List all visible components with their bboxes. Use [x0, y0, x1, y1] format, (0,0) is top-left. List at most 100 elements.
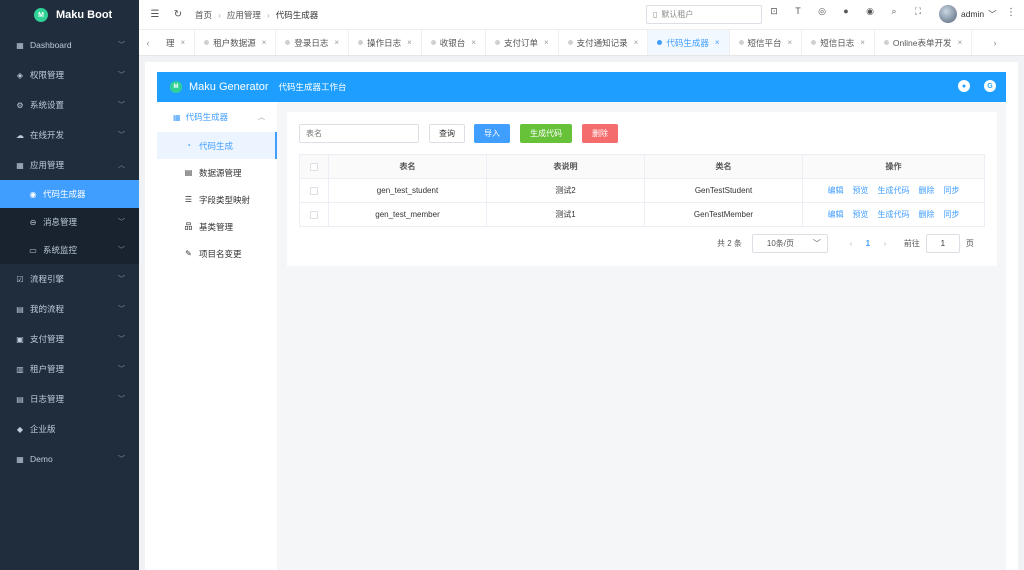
- tab-item[interactable]: 登录日志 ×: [276, 30, 350, 55]
- sidebar-item-tenant[interactable]: ▥ 租户管理 ﹀: [0, 354, 139, 384]
- close-icon[interactable]: ×: [544, 38, 549, 47]
- fullscreen-icon[interactable]: ⛶: [911, 6, 925, 17]
- generator-nav-project-rename[interactable]: ✎ 项目名变更: [157, 240, 277, 267]
- query-button[interactable]: 查询: [429, 124, 465, 143]
- delete-link[interactable]: 删除: [919, 209, 935, 220]
- tab-dot: [811, 40, 817, 45]
- close-icon[interactable]: ×: [262, 38, 267, 47]
- close-icon[interactable]: ×: [788, 38, 793, 47]
- user-menu[interactable]: admin ﹀: [939, 5, 997, 23]
- tab-item-active[interactable]: 代码生成器 ×: [648, 30, 730, 55]
- generator-nav-code-gen[interactable]: ◔ 代码生成: [157, 132, 277, 159]
- search-icon[interactable]: ⌕: [887, 6, 901, 17]
- generate-code-link[interactable]: 生成代码: [878, 209, 910, 220]
- edit-link[interactable]: 编辑: [828, 209, 844, 220]
- close-icon[interactable]: ×: [634, 38, 639, 47]
- preview-link[interactable]: 预览: [853, 185, 869, 196]
- sidebar-item-enterprise[interactable]: ◆ 企业版: [0, 414, 139, 444]
- gitee-icon[interactable]: G: [984, 80, 996, 92]
- github-icon[interactable]: ●: [839, 6, 853, 17]
- tab-label: 理: [166, 37, 175, 48]
- next-page-icon[interactable]: ›: [878, 239, 892, 248]
- tab-dot: [883, 40, 889, 45]
- sidebar-item-flow-engine[interactable]: ☑ 流程引擎 ﹀: [0, 264, 139, 294]
- tab-scroll-left-icon[interactable]: ‹: [139, 38, 157, 48]
- refresh-icon[interactable]: ↻: [171, 9, 185, 20]
- sidebar-item-logs[interactable]: ▤ 日志管理 ﹀: [0, 384, 139, 414]
- cell-class-name: GenTestStudent: [645, 179, 803, 202]
- table-name-search-input[interactable]: [299, 124, 419, 143]
- more-vertical-icon[interactable]: ⋮: [1006, 7, 1016, 18]
- tenant-select-value: 默认租户: [661, 10, 694, 19]
- sidebar-item-settings[interactable]: ⚙ 系统设置 ﹀: [0, 90, 139, 120]
- sync-link[interactable]: 同步: [944, 209, 960, 220]
- tab-item[interactable]: Online表单开发 ×: [875, 30, 973, 55]
- delete-link[interactable]: 删除: [919, 185, 935, 196]
- import-button[interactable]: 导入: [474, 124, 510, 143]
- breadcrumb-app-management[interactable]: 应用管理: [227, 9, 261, 21]
- chevron-down-icon: ﹀: [118, 42, 125, 49]
- close-icon[interactable]: ×: [471, 38, 476, 47]
- generate-code-link[interactable]: 生成代码: [878, 185, 910, 196]
- column-header-class-name: 类名: [645, 155, 803, 178]
- select-all-checkbox[interactable]: [310, 162, 318, 171]
- page-size-select[interactable]: 10条/页 ﹀: [751, 234, 828, 253]
- prev-page-icon[interactable]: ‹: [844, 239, 858, 248]
- tab-scroll-right-icon[interactable]: ›: [986, 30, 1004, 55]
- tab-item[interactable]: 短信平台 ×: [730, 30, 803, 55]
- app-logo[interactable]: M Maku Boot: [0, 0, 139, 30]
- close-icon[interactable]: ×: [181, 38, 186, 47]
- row-checkbox[interactable]: [310, 210, 318, 219]
- delete-button[interactable]: 删除: [582, 124, 618, 143]
- generator-nav-base-class[interactable]: 品基类管理: [157, 213, 277, 240]
- close-icon[interactable]: ×: [860, 38, 865, 47]
- row-checkbox[interactable]: [310, 186, 318, 195]
- preview-link[interactable]: 预览: [853, 209, 869, 220]
- gitee-icon[interactable]: ◉: [863, 6, 877, 17]
- sidebar-item-my-flow[interactable]: ▤ 我的流程 ﹀: [0, 294, 139, 324]
- close-icon[interactable]: ×: [715, 38, 720, 47]
- close-icon[interactable]: ×: [957, 38, 962, 47]
- tab-item[interactable]: 支付订单 ×: [486, 30, 559, 55]
- shield-icon: ◈: [16, 70, 24, 80]
- close-icon[interactable]: ×: [407, 38, 412, 47]
- component-size-icon[interactable]: ⊡: [767, 6, 781, 17]
- menu-toggle-icon[interactable]: ☰: [148, 9, 162, 20]
- sidebar-item-demo[interactable]: ▦ Demo ﹀: [0, 444, 139, 474]
- generator-subtitle: 代码生成器工作台: [278, 82, 347, 92]
- sidebar-item-dashboard[interactable]: ▦ Dashboard ﹀: [0, 30, 139, 60]
- tab-item[interactable]: 短信日志 ×: [802, 30, 875, 55]
- generate-code-button[interactable]: 生成代码: [520, 124, 572, 143]
- sidebar-item-payment[interactable]: ▣ 支付管理 ﹀: [0, 324, 139, 354]
- user-name: admin: [961, 9, 985, 19]
- sidebar-item-code-generator[interactable]: ◉ 代码生成器: [0, 180, 139, 208]
- tenant-select[interactable]: ▯ 默认租户: [646, 5, 762, 24]
- page-number-current[interactable]: 1: [858, 239, 878, 248]
- sidebar-item-message[interactable]: ⊖ 消息管理 ﹀: [0, 208, 139, 236]
- tab-item[interactable]: 支付通知记录 ×: [559, 30, 649, 55]
- close-icon[interactable]: ×: [334, 38, 339, 47]
- tab-item[interactable]: 收银台 ×: [422, 30, 486, 55]
- header-toolbar: ⊡ T ◎ ● ◉ ⌕ ⛶: [767, 6, 925, 17]
- edit-link[interactable]: 编辑: [828, 185, 844, 196]
- sidebar-item-permissions[interactable]: ◈ 权限管理 ﹀: [0, 60, 139, 90]
- generator-nav-datasource[interactable]: ▤ 数据源管理: [157, 159, 277, 186]
- tab-item[interactable]: 理 ×: [157, 30, 196, 55]
- generator-nav-group[interactable]: ▦ 代码生成器 ︿: [157, 102, 277, 132]
- sidebar-item-label: 企业版: [30, 424, 56, 434]
- goto-page-input[interactable]: 1: [925, 234, 960, 253]
- generator-nav-label: 字段类型映射: [199, 194, 251, 205]
- github-icon[interactable]: ●: [958, 80, 970, 92]
- language-globe-icon[interactable]: ◎: [815, 6, 829, 17]
- sync-link[interactable]: 同步: [944, 185, 960, 196]
- sidebar-item-online-dev[interactable]: ☁ 在线开发 ﹀: [0, 120, 139, 150]
- sidebar-item-monitor[interactable]: ▭ 系统监控 ﹀: [0, 236, 139, 264]
- generator-body: ▦ 代码生成器 ︿ ◔ 代码生成 ▤ 数据源管理 ☰ 字段类型映射 品基类管理 ✎ 项目…: [157, 102, 1006, 570]
- tab-item[interactable]: 操作日志 ×: [349, 30, 422, 55]
- tab-item[interactable]: 租户数据源 ×: [195, 30, 277, 55]
- font-size-icon[interactable]: T: [791, 6, 805, 17]
- sidebar-item-app-management[interactable]: ▦ 应用管理 ︿: [0, 150, 139, 180]
- breadcrumb-home[interactable]: 首页: [195, 9, 212, 21]
- generator-nav-field-type[interactable]: ☰ 字段类型映射: [157, 186, 277, 213]
- select-all-cell: [299, 155, 329, 178]
